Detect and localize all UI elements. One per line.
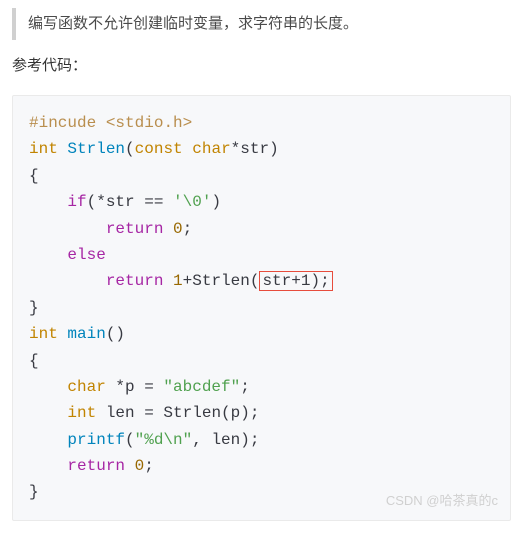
code-token: char <box>192 140 230 158</box>
code-token: 1 <box>173 272 183 290</box>
code-token: #incude <box>29 114 96 132</box>
code-token: *p = <box>106 378 164 396</box>
code-token: else <box>67 246 105 264</box>
code-token: () <box>106 325 125 343</box>
code-token: ; <box>144 457 154 475</box>
code-token: main <box>67 325 105 343</box>
code-token: ) <box>211 193 221 211</box>
code-token: return <box>106 272 164 290</box>
section-label: 参考代码： <box>12 54 511 75</box>
code-token: } <box>29 483 39 501</box>
quote-block: 编写函数不允许创建临时变量，求字符串的长度。 <box>12 8 511 40</box>
code-token: '\0' <box>173 193 211 211</box>
code-token: ; <box>183 220 193 238</box>
code-token: printf <box>67 431 125 449</box>
highlighted-param: str+1); <box>259 271 332 291</box>
code-token: 0 <box>135 457 145 475</box>
code-block: #incude <stdio.h> int Strlen(const char*… <box>12 95 511 521</box>
code-token: "%d\n" <box>135 431 193 449</box>
code-token: { <box>29 167 39 185</box>
code-token: str+1); <box>262 272 329 290</box>
code-token: "abcdef" <box>163 378 240 396</box>
code-token: int <box>67 404 96 422</box>
code-token: return <box>67 457 125 475</box>
code-token: } <box>29 299 39 317</box>
code-token: if <box>67 193 86 211</box>
code-token: char <box>67 378 105 396</box>
watermark: CSDN @哈茶真的c <box>386 490 498 511</box>
code-token: ; <box>240 378 250 396</box>
code-token: *str) <box>231 140 279 158</box>
code-token: len = Strlen(p); <box>96 404 259 422</box>
code-token: 0 <box>173 220 183 238</box>
code-token: , len); <box>192 431 259 449</box>
code-token: const <box>135 140 183 158</box>
code-token: Strlen <box>67 140 125 158</box>
code-token: { <box>29 352 39 370</box>
code-token: int <box>29 140 58 158</box>
code-token: ( <box>125 140 135 158</box>
code-token: (*str == <box>87 193 173 211</box>
code-token: ( <box>125 431 135 449</box>
code-token: return <box>106 220 164 238</box>
code-token: <stdio.h> <box>106 114 192 132</box>
quote-text: 编写函数不允许创建临时变量，求字符串的长度。 <box>28 15 358 32</box>
code-token: int <box>29 325 58 343</box>
code-token: +Strlen( <box>183 272 260 290</box>
